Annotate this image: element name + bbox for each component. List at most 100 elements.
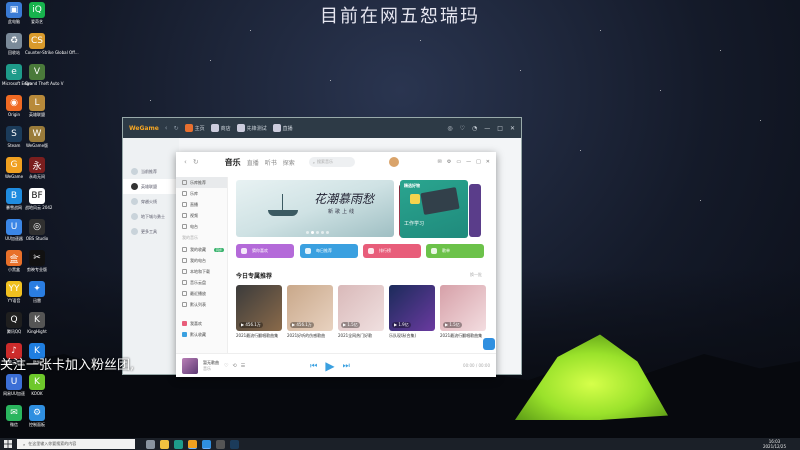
desktop-shortcut[interactable]: L 英雄联盟 — [25, 95, 49, 117]
quick-action-button[interactable]: 猜你喜欢 — [236, 244, 294, 258]
desktop-shortcut[interactable]: ✂ 剪映专业版 — [25, 250, 49, 272]
sidebar-item[interactable]: 音乐云盘 — [176, 277, 227, 288]
playlist-cover[interactable]: ▶ 456.1万 — [287, 285, 333, 331]
desktop-shortcut[interactable]: ✦ 迅雷 — [25, 281, 49, 303]
playlist-cover[interactable]: ▶ 1.5亿 — [440, 285, 486, 331]
maximize-icon[interactable]: □ — [497, 125, 503, 132]
quick-action-button[interactable]: 排行榜 — [363, 244, 421, 258]
avatar[interactable] — [388, 157, 399, 167]
desktop-shortcut[interactable]: K KOOK — [25, 374, 49, 396]
refresh-link[interactable]: 换一批 — [470, 272, 482, 278]
desktop-shortcut[interactable]: ▣ 此电脑 — [2, 2, 26, 24]
desktop-shortcut[interactable]: Q 腾讯QQ — [2, 312, 26, 334]
maximize-icon[interactable]: □ — [476, 159, 481, 165]
desktop-shortcut[interactable]: V Grand Theft Auto V — [25, 64, 63, 86]
mini-mode-icon[interactable]: ▭ — [456, 159, 461, 165]
desktop-shortcut[interactable]: ◉ Origin — [2, 95, 26, 117]
wegame-sidebar-item[interactable]: 穿越火线 — [123, 194, 179, 209]
music-brand[interactable]: 音乐 — [225, 157, 241, 168]
wegame-sidebar-item[interactable]: 当前推荐 — [123, 164, 179, 179]
playlist-cover[interactable]: ▶ 456.1万 — [236, 285, 282, 331]
like-icon[interactable]: ♡ — [224, 363, 228, 369]
close-icon[interactable]: ✕ — [486, 159, 490, 165]
sidebar-item[interactable]: 我的电台 — [176, 255, 227, 266]
desktop-shortcut[interactable]: ◎ OBS Studio — [25, 219, 49, 241]
desktop-shortcut[interactable]: ✉ 微信 — [2, 405, 26, 427]
playlist-card[interactable]: ▶ 456.1万 2021好听的伤感歌曲 — [287, 285, 333, 343]
sidebar-item[interactable]: 电台 — [176, 221, 227, 232]
tab-live[interactable]: 直播 — [247, 158, 259, 167]
desktop-shortcut[interactable]: U UU加速器 — [2, 219, 26, 241]
desktop-shortcut[interactable]: 盒小黑盒 — [2, 250, 26, 272]
minimize-icon[interactable]: — — [466, 159, 471, 165]
playlist-cover[interactable]: ▶ 1.5亿 — [338, 285, 384, 331]
desktop-shortcut[interactable]: U 网易UU加速 — [2, 374, 26, 396]
wegame-taskbar-icon[interactable] — [188, 439, 197, 449]
desktop-shortcut[interactable]: ⚙ 控制面板 — [25, 405, 49, 427]
desktop-shortcut[interactable]: 永永劫无间 — [25, 157, 49, 179]
tab-audiobook[interactable]: 听书 — [265, 158, 277, 167]
playlist-card[interactable]: ▶ 1.5亿 2021全网热门好歌 — [338, 285, 384, 343]
playlist-cover[interactable]: ▶ 1.9亿 — [389, 285, 435, 331]
settings-icon[interactable]: ◎ — [447, 125, 452, 132]
refresh-icon[interactable]: ↻ — [174, 125, 179, 132]
promo-card[interactable]: 精选好物 工作学习 — [400, 180, 468, 238]
taskbar-search-input[interactable]: ⌕ 在这里输入你要搜索的内容 — [17, 439, 135, 449]
music-window[interactable]: ‹ ↻ 音乐 直播 听书 探索 ⌕ 搜索音乐 ✉ ⚙ ▭ — □ ✕ 乐库推荐 乐… — [176, 152, 496, 377]
back-icon[interactable]: ‹ — [165, 124, 168, 132]
playlist-card[interactable]: ▶ 1.9亿 乐队现场(合集) — [389, 285, 435, 343]
tab-beta[interactable]: 先锋测试 — [236, 124, 267, 132]
sidebar-item[interactable]: 默认列表 — [176, 299, 227, 310]
back-icon[interactable]: ‹ — [184, 158, 187, 166]
desktop-shortcut[interactable]: CS Counter-Strike Global Off... — [25, 33, 79, 55]
steam-taskbar-icon[interactable] — [230, 439, 239, 449]
featured-banner[interactable]: 花潮慕雨愁 新歌上线 — [236, 180, 394, 237]
music-taskbar-icon[interactable] — [202, 439, 211, 449]
sidebar-item[interactable]: 直播 — [176, 199, 227, 210]
playlist-card[interactable]: ▶ 1.5亿 2021最流行翻唱歌曲集 — [440, 285, 486, 343]
favorite-icon[interactable]: ♡ — [460, 125, 465, 132]
wegame-sidebar-item[interactable]: 地下城与勇士 — [123, 209, 179, 224]
desktop-shortcut[interactable]: iQ 爱奇艺 — [25, 2, 49, 24]
tab-store[interactable]: 商店 — [210, 124, 231, 132]
desktop-shortcut[interactable]: W WeGame版 — [25, 126, 49, 148]
desktop-shortcut[interactable]: e Microsoft Edge — [2, 64, 32, 86]
obs-taskbar-icon[interactable] — [216, 439, 225, 449]
desktop-shortcut[interactable]: BF 战地风云 2042 — [25, 188, 52, 210]
edge-taskbar-icon[interactable] — [174, 439, 183, 449]
now-playing-cover[interactable] — [182, 357, 198, 374]
quick-action-button[interactable]: 歌单 — [426, 244, 484, 258]
windows-start-icon[interactable] — [4, 440, 12, 448]
explorer-icon[interactable] — [160, 439, 169, 449]
promo-card-next[interactable] — [469, 184, 481, 237]
settings-icon[interactable]: ⚙ — [447, 159, 451, 165]
playlist-card[interactable]: ▶ 456.1万 2021最流行翻唱歌曲集 — [236, 285, 282, 343]
sidebar-item[interactable]: 视频 — [176, 210, 227, 221]
play-icon[interactable]: ▶ — [325, 359, 334, 373]
desktop-shortcut[interactable]: K KingHight — [25, 312, 49, 334]
desktop-shortcut[interactable]: YY YY语音 — [2, 281, 26, 303]
loop-icon[interactable]: ⟲ — [232, 363, 236, 369]
message-icon[interactable]: ✉ — [438, 159, 442, 165]
playlist-caption[interactable]: 乐队现场(合集) — [389, 333, 435, 343]
sidebar-item[interactable]: 本地和下载 — [176, 266, 227, 277]
search-input[interactable]: ⌕ 搜索音乐 — [308, 157, 355, 167]
wegame-sidebar-item[interactable]: 更多工具 — [123, 224, 179, 239]
system-clock[interactable]: 16:03 2021/12/25 — [763, 439, 800, 449]
desktop-shortcut[interactable]: B 暴雪战网 — [2, 188, 26, 210]
playlist-caption[interactable]: 2021最流行翻唱歌曲集 — [236, 333, 282, 343]
sidebar-item[interactable]: 乐库推荐 — [176, 177, 227, 188]
desktop-shortcut[interactable]: S Steam — [2, 126, 26, 148]
sidebar-item[interactable]: 乐库 — [176, 188, 227, 199]
sidebar-item[interactable]: 默认收藏 — [176, 329, 227, 340]
refresh-icon[interactable]: ↻ — [193, 158, 199, 166]
playlist-caption[interactable]: 2021最流行翻唱歌曲集 — [440, 333, 486, 343]
playlist-caption[interactable]: 2021好听的伤感歌曲 — [287, 333, 333, 343]
wegame-sidebar-item[interactable]: 英雄联盟 — [123, 179, 179, 194]
floating-action-button[interactable] — [483, 338, 495, 350]
previous-icon[interactable]: ⏮ — [310, 361, 317, 371]
minimize-icon[interactable]: — — [484, 125, 490, 132]
close-icon[interactable]: ✕ — [510, 125, 515, 132]
quick-action-button[interactable]: 每日推荐 — [300, 244, 358, 258]
desktop-shortcut[interactable]: G WeGame — [2, 157, 26, 179]
